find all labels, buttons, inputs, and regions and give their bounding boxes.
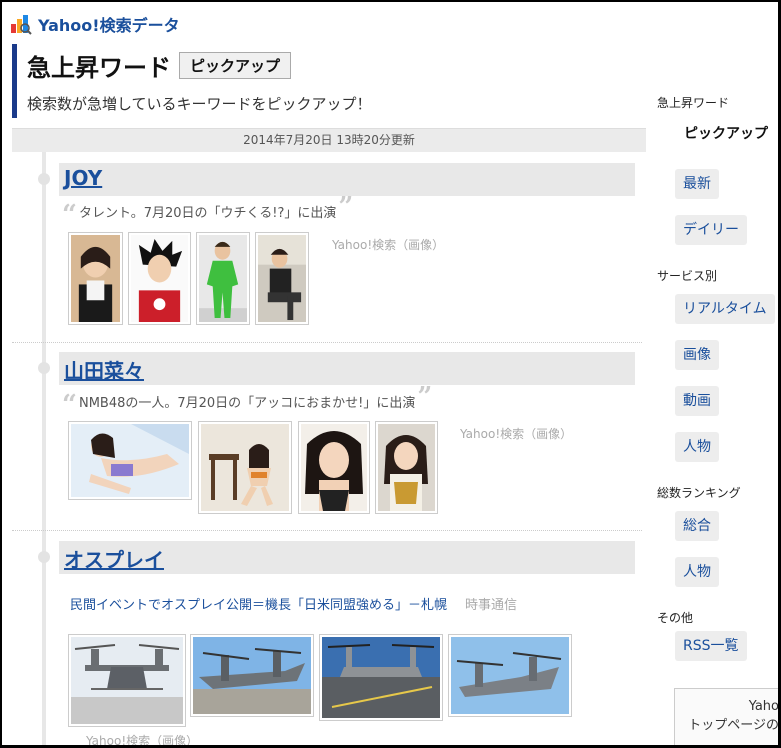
bar-chart-logo-icon xyxy=(11,15,32,35)
keyword-link[interactable]: オスプレイ xyxy=(64,544,164,573)
sidebar-item-daily[interactable]: デイリー xyxy=(675,215,747,245)
description-text: タレント。7月20日の「ウチくる!?」に出演 xyxy=(78,205,337,221)
sidebar-item-overall[interactable]: 総合 xyxy=(675,511,719,541)
yahoo-search-data-logo[interactable]: Yahoo!検索データ xyxy=(10,12,180,36)
page-title: 急上昇ワード xyxy=(27,54,171,82)
image-thumbnail[interactable] xyxy=(448,634,572,717)
news-source: 時事通信 xyxy=(465,598,518,613)
image-search-link[interactable]: Yahoo!検索（画像） xyxy=(332,236,444,253)
image-thumbnail[interactable] xyxy=(298,421,370,514)
keyword-link[interactable]: 山田菜々 xyxy=(64,355,144,384)
sidebar-group-title: 急上昇ワード xyxy=(657,96,730,110)
entry-description: “ タレント。7月20日の「ウチくる!?」に出演 ” xyxy=(62,194,353,228)
entry-header: オスプレイ xyxy=(59,541,635,574)
image-thumbnail[interactable] xyxy=(255,232,309,325)
timeline-dot xyxy=(38,173,50,185)
image-thumbnail[interactable] xyxy=(128,232,191,325)
pickup-badge: ピックアップ xyxy=(179,52,292,79)
image-thumbnail[interactable] xyxy=(190,634,314,717)
sidebar-item-person-ranking[interactable]: 人物 xyxy=(675,557,719,587)
entry-header: 山田菜々 xyxy=(59,352,635,385)
sidebar-item-pickup: ピックアップ xyxy=(684,126,768,142)
timeline-line xyxy=(42,152,46,745)
quote-open-icon: “ xyxy=(62,390,77,420)
promo-box[interactable]: Yaho トップページの xyxy=(674,688,779,745)
sidebar-group-title: その他 xyxy=(657,611,694,625)
entry-divider xyxy=(12,530,642,531)
image-thumbnail[interactable] xyxy=(68,421,192,500)
page-subtitle: 検索数が急増しているキーワードをピックアップ！ xyxy=(27,95,372,113)
entry-description: “ NMB48の一人。7月20日の「アッコにおまかせ!」に出演 ” xyxy=(62,384,432,418)
sidebar-item-image[interactable]: 画像 xyxy=(675,340,719,370)
page-frame: Yahoo!検索データ 急上昇ワード ピックアップ 検索数が急増しているキーワー… xyxy=(0,0,781,748)
image-thumbnail[interactable] xyxy=(375,421,438,514)
image-thumbnail[interactable] xyxy=(319,634,443,721)
sidebar-item-video[interactable]: 動画 xyxy=(675,386,719,416)
keyword-link[interactable]: JOY xyxy=(64,166,102,190)
image-thumbnail[interactable] xyxy=(198,421,292,514)
image-thumbnail[interactable] xyxy=(196,232,250,325)
sidebar-item-latest[interactable]: 最新 xyxy=(675,169,719,199)
quote-open-icon: “ xyxy=(62,200,77,230)
news-headline-link[interactable]: 民間イベントでオスプレイ公開＝機長「日米同盟強める」－札幌 xyxy=(70,598,447,613)
image-thumbnail[interactable] xyxy=(68,634,186,727)
entry-divider xyxy=(12,342,642,343)
description-text: NMB48の一人。7月20日の「アッコにおまかせ!」に出演 xyxy=(78,395,416,411)
promo-line: Yaho xyxy=(748,699,779,714)
timeline-dot xyxy=(38,551,50,563)
quote-close-icon: ” xyxy=(338,192,354,222)
sidebar-group-title: サービス別 xyxy=(657,269,718,283)
logo-text: Yahoo!検索データ xyxy=(38,16,180,35)
sidebar-item-realtime[interactable]: リアルタイム xyxy=(675,294,775,324)
image-search-link[interactable]: Yahoo!検索（画像） xyxy=(460,425,572,442)
promo-line: トップページの xyxy=(688,718,779,733)
image-search-link[interactable]: Yahoo!検索（画像） xyxy=(86,732,198,745)
quote-close-icon: ” xyxy=(417,382,433,412)
news-item: 民間イベントでオスプレイ公開＝機長「日米同盟強める」－札幌 時事通信 xyxy=(70,594,517,613)
sidebar-item-rss[interactable]: RSS一覧 xyxy=(675,631,747,661)
timeline-dot xyxy=(38,362,50,374)
page-title-block: 急上昇ワード ピックアップ 検索数が急増しているキーワードをピックアップ！ xyxy=(12,44,642,118)
sidebar-group-title: 総数ランキング xyxy=(657,486,741,500)
image-thumbnail[interactable] xyxy=(68,232,123,325)
sidebar-item-person[interactable]: 人物 xyxy=(675,432,719,462)
update-timestamp: 2014年7月20日 13時20分更新 xyxy=(12,128,646,152)
